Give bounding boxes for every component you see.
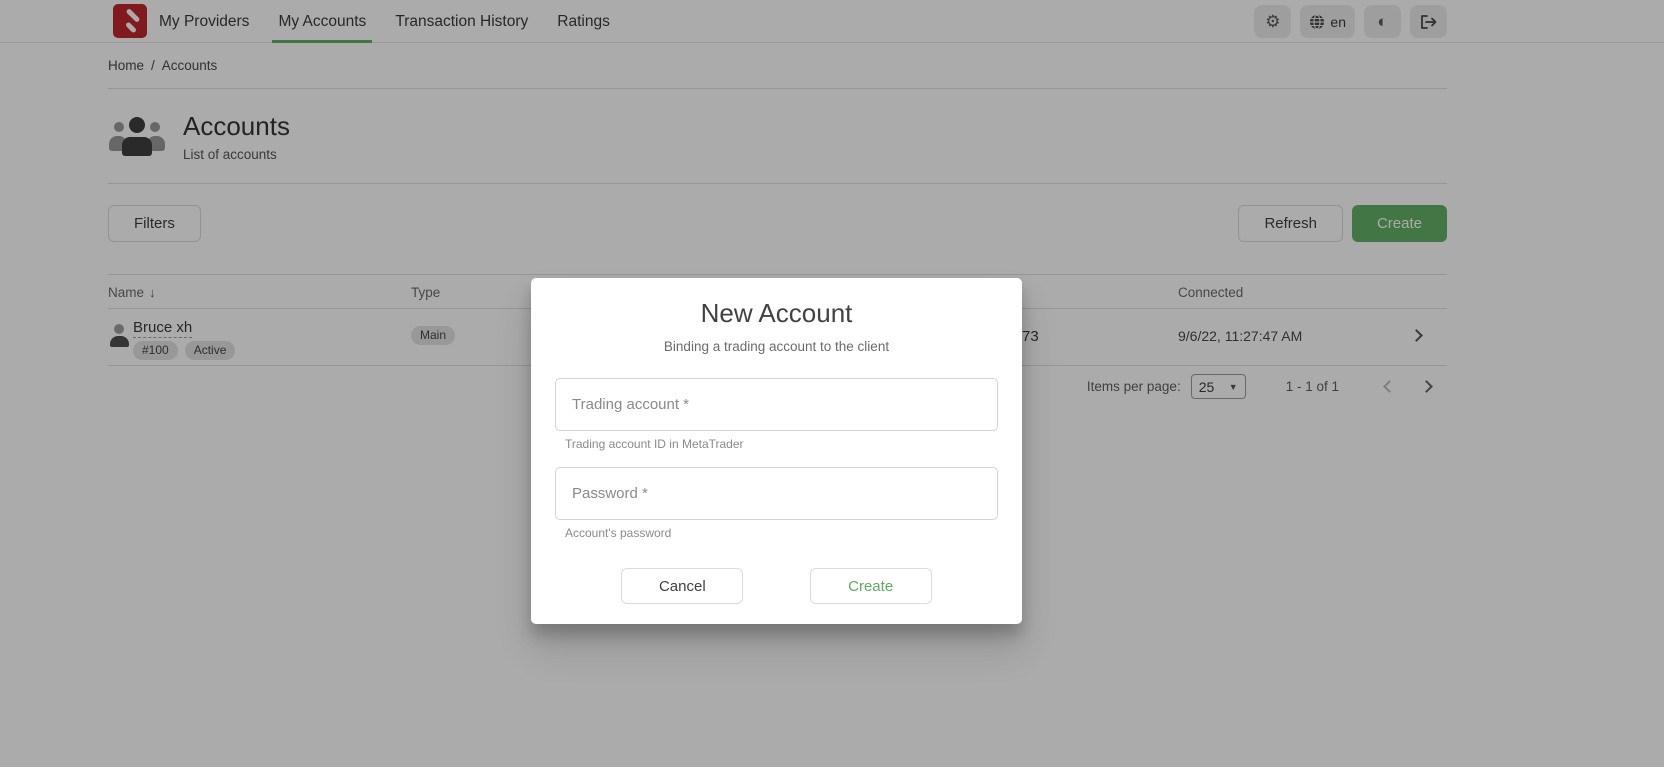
password-input[interactable] <box>555 467 998 520</box>
new-account-modal: New Account Binding a trading account to… <box>531 278 1022 624</box>
modal-subtitle: Binding a trading account to the client <box>555 339 998 354</box>
modal-cancel-button[interactable]: Cancel <box>621 568 743 604</box>
modal-create-button[interactable]: Create <box>810 568 932 604</box>
trading-account-hint: Trading account ID in MetaTrader <box>555 437 998 451</box>
app-root: My Providers My Accounts Transaction His… <box>0 0 1664 767</box>
modal-actions: Cancel Create <box>555 568 998 604</box>
password-hint: Account's password <box>555 526 998 540</box>
trading-account-field-group: Trading account ID in MetaTrader <box>555 378 998 451</box>
modal-title: New Account <box>555 298 998 329</box>
password-field-group: Account's password <box>555 467 998 540</box>
trading-account-input[interactable] <box>555 378 998 431</box>
